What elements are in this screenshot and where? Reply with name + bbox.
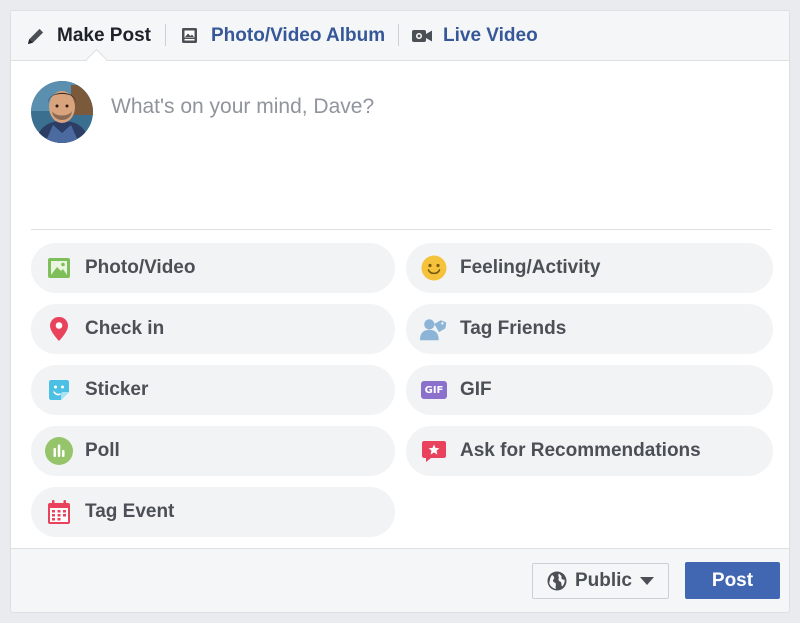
post-composer: Make Post Photo/Video Album Live Video W… — [10, 10, 790, 613]
calendar-icon — [45, 498, 73, 526]
gif-label: GIF — [460, 379, 492, 400]
poll-button[interactable]: Poll — [31, 426, 395, 476]
tag-event-label: Tag Event — [85, 501, 175, 522]
gif-icon: GIF — [420, 376, 448, 404]
tab-make-post-label: Make Post — [57, 24, 151, 46]
tag-friends-button[interactable]: Tag Friends — [406, 304, 773, 354]
gif-button[interactable]: GIF GIF — [406, 365, 773, 415]
ask-for-recommendations-label: Ask for Recommendations — [460, 440, 701, 461]
poll-icon — [45, 437, 73, 465]
location-pin-icon — [45, 315, 73, 343]
audience-selector[interactable]: Public — [532, 563, 669, 599]
photo-icon — [45, 254, 73, 282]
avatar[interactable] — [31, 81, 93, 143]
tab-photo-video-album-label: Photo/Video Album — [211, 24, 386, 46]
photo-video-label: Photo/Video — [85, 257, 196, 278]
audience-label: Public — [574, 570, 632, 591]
globe-icon — [547, 571, 567, 591]
tag-friends-label: Tag Friends — [460, 318, 567, 339]
tab-separator — [398, 24, 399, 46]
smiley-icon — [420, 254, 448, 282]
tab-live-video[interactable]: Live Video — [411, 11, 538, 60]
sticker-label: Sticker — [85, 379, 149, 400]
pencil-icon — [25, 25, 47, 47]
recommendation-icon — [420, 437, 448, 465]
tab-make-post[interactable]: Make Post — [25, 11, 151, 60]
feeling-activity-label: Feeling/Activity — [460, 257, 601, 278]
ask-for-recommendations-button[interactable]: Ask for Recommendations — [406, 426, 773, 476]
feeling-activity-button[interactable]: Feeling/Activity — [406, 243, 773, 293]
divider — [31, 229, 771, 230]
check-in-button[interactable]: Check in — [31, 304, 395, 354]
tag-event-button[interactable]: Tag Event — [31, 487, 395, 537]
photo-video-button[interactable]: Photo/Video — [31, 243, 395, 293]
album-icon — [179, 25, 201, 47]
gif-badge: GIF — [421, 381, 447, 399]
tab-separator — [165, 24, 166, 46]
poll-label: Poll — [85, 440, 120, 461]
tab-live-video-label: Live Video — [443, 24, 538, 46]
tag-friends-icon — [420, 315, 448, 343]
post-button[interactable]: Post — [685, 562, 780, 599]
video-camera-icon — [411, 25, 433, 47]
check-in-label: Check in — [85, 318, 165, 339]
tab-photo-video-album[interactable]: Photo/Video Album — [179, 11, 385, 60]
caret-down-icon — [640, 577, 654, 585]
sticker-icon — [45, 376, 73, 404]
sticker-button[interactable]: Sticker — [31, 365, 395, 415]
status-input[interactable] — [111, 95, 751, 135]
composer-tabbar: Make Post Photo/Video Album Live Video — [11, 11, 789, 61]
composer-footer: Public Post — [11, 548, 789, 612]
